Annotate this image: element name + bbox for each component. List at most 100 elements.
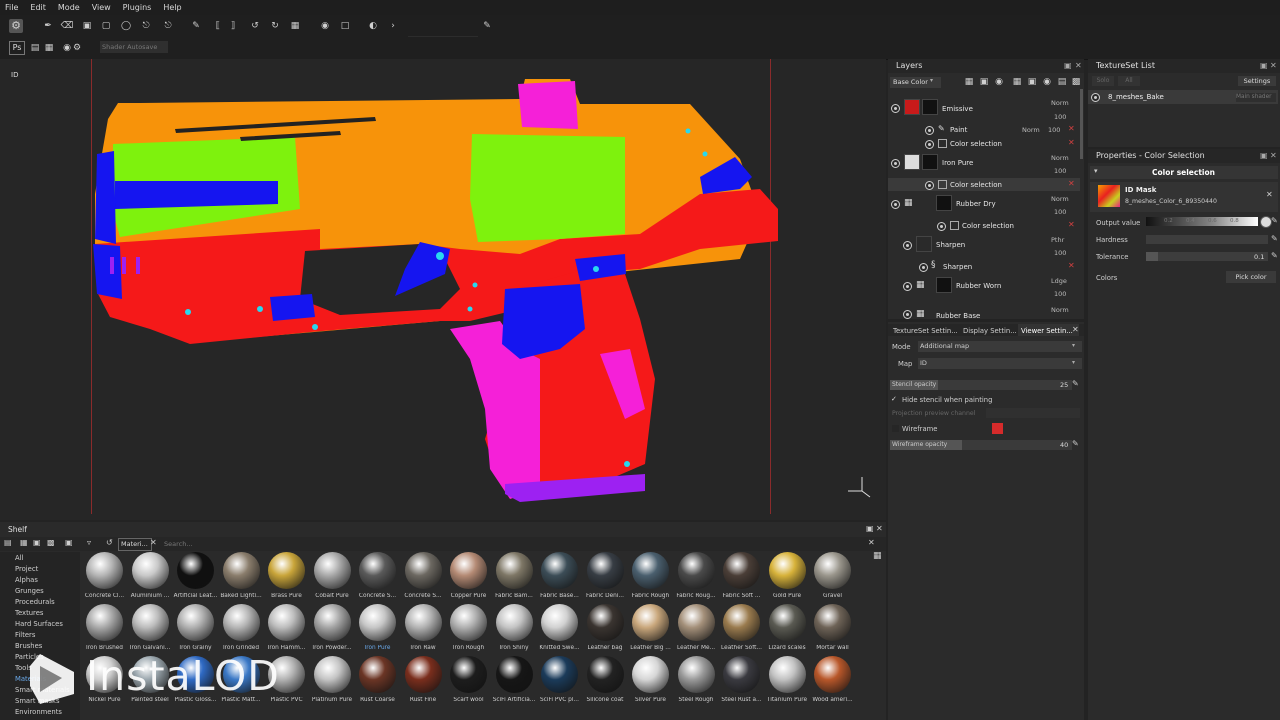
material-item[interactable]: Cobalt Pure [310,552,355,604]
category-brushes[interactable]: Brushes [15,642,42,650]
category-textures[interactable]: Textures [15,609,43,617]
material-item[interactable]: Iron Powder... [310,604,355,656]
visibility-icon[interactable] [925,181,934,190]
folder-icon[interactable]: ▤ [4,538,12,547]
photoshop-export-button[interactable]: Ps [9,41,25,55]
undock-icon[interactable]: ▣ [1260,59,1268,73]
polygon-fill-icon[interactable]: ▢ [99,19,113,33]
layer-opacity[interactable]: 100 [1054,167,1066,175]
material-item[interactable]: Leather Big ... [628,604,673,656]
material-item[interactable]: Mortar wall [810,604,855,656]
clear-search-icon[interactable]: ✕ [868,538,875,547]
material-item[interactable]: Steel Rust a... [719,656,764,708]
material-item[interactable]: Leather Me... [674,604,719,656]
mode-select[interactable]: Additional map [918,341,1082,352]
remove-filter-icon[interactable]: ✕ [150,538,157,547]
add-mask-icon[interactable]: ◉ [1040,75,1054,89]
material-item[interactable]: Leather Soft... [719,604,764,656]
close-icon[interactable]: ✕ [1270,149,1277,163]
add-fill-icon[interactable]: ▣ [1025,75,1039,89]
material-item[interactable]: Silver Pure [628,656,673,708]
visibility-icon[interactable] [891,200,900,209]
id-mask-resource[interactable]: ID Mask 8_meshes_Color_6_89350440 ✕ [1090,182,1278,212]
menu-mode[interactable]: Mode [52,0,86,15]
remove-effect-icon[interactable]: ✕ [1068,220,1075,230]
category-filters[interactable]: Filters [15,631,35,639]
export-icon[interactable]: ▤ [28,41,42,55]
material-item[interactable]: Iron Rough [446,604,491,656]
material-item[interactable]: Steel Rough [674,656,719,708]
effect-color-selection[interactable]: Color selection ✕ [888,137,1080,150]
pipette-icon[interactable]: ✎ [480,19,494,33]
tolerance-slider[interactable]: 0.1 [1146,252,1268,261]
layer-emissive[interactable]: Emissive Norm 100 [888,95,1080,125]
menu-file[interactable]: File [0,0,24,15]
refresh-icon[interactable]: ↺ [106,538,113,547]
layer-opacity[interactable]: 100 [1054,208,1066,216]
material-item[interactable]: Fabric Soft ... [719,552,764,604]
pen-icon[interactable]: ✎ [189,19,203,33]
material-item[interactable]: Rust Fine [401,656,446,708]
settings-icon[interactable]: ⚙ [70,41,84,55]
material-item[interactable]: SciFi Artificia... [492,656,537,708]
material-item[interactable]: Concrete Cl... [82,552,127,604]
pick-color-button[interactable]: Pick color [1226,271,1276,283]
pen-icon[interactable]: ✎ [1072,439,1079,448]
category-environments[interactable]: Environments [15,708,62,716]
material-item[interactable]: Brass Pure [264,552,309,604]
remove-effect-icon[interactable]: ✕ [1068,138,1075,148]
screenshot-icon[interactable]: ◉ [318,19,332,33]
material-item[interactable]: Rust Coarse [355,656,400,708]
map-select[interactable]: ID [918,358,1082,369]
effect-icon[interactable]: ▣ [977,75,991,89]
category-project[interactable]: Project [15,565,38,573]
render-icon[interactable]: ◐ [366,19,380,33]
visibility-icon[interactable] [891,159,900,168]
wireframe-opacity-slider[interactable]: Wireframe opacity 40 [890,440,1072,450]
material-item[interactable]: Concrete S... [355,552,400,604]
3d-viewport[interactable]: ID [0,59,886,520]
close-icon[interactable]: ✕ [876,524,883,533]
close-icon[interactable]: ✕ [1270,59,1277,73]
delete-icon[interactable]: ▩ [47,538,55,547]
menu-view[interactable]: View [86,0,117,15]
layer-opacity[interactable]: 100 [1054,113,1066,121]
import-icon[interactable]: ▣ [33,538,41,547]
camera-icon[interactable]: ↻ [268,19,282,33]
effect-opacity[interactable]: 100 [1048,126,1060,134]
color-selection-section[interactable]: ▾ Color selection [1090,166,1278,179]
pen-icon[interactable]: ✎ [1271,251,1278,260]
visibility-icon[interactable] [925,140,934,149]
blend-mode[interactable]: Pthr [1051,236,1064,244]
bake-icon[interactable]: ▦ [42,41,56,55]
blend-mode[interactable]: Ldge [1051,277,1067,285]
fill-icon[interactable]: ◉ [992,75,1006,89]
stencil-opacity-slider[interactable]: Stencil opacity 25 [890,380,1072,390]
layers-scrollbar[interactable] [1080,89,1083,159]
undock-icon[interactable]: ▣ [1260,149,1268,163]
material-item[interactable]: Fabric Bam... [492,552,537,604]
layer-opacity[interactable]: 100 [1054,290,1066,298]
projection-select[interactable] [986,408,1080,418]
material-item[interactable]: Fabric Deni... [583,552,628,604]
material-item[interactable]: Knitted Swe... [537,604,582,656]
material-item[interactable]: Gold Pure [765,552,810,604]
material-item[interactable]: Silicone coat [583,656,628,708]
brush-icon[interactable]: ✒ [41,19,55,33]
frame-icon[interactable]: ▦ [288,19,302,33]
add-layer-icon[interactable]: ▦ [1010,75,1024,89]
eraser-icon[interactable]: ⌫ [60,19,74,33]
hide-stencil-checkbox[interactable]: ✓ [891,395,897,403]
layer-opacity[interactable]: 100 [1054,249,1066,257]
remove-resource-icon[interactable]: ✕ [1266,190,1273,199]
layer-rubber-worn[interactable]: ▦ Rubber Worn Ldge 100 [888,274,1080,300]
material-item[interactable]: Fabric Rough [628,552,673,604]
new-folder-icon[interactable]: ▦ [20,538,28,547]
category-grunges[interactable]: Grunges [15,587,44,595]
picker-icon[interactable]: ⎋ [161,19,175,33]
view-mode-icon[interactable]: ▦ [873,551,882,561]
pen-icon[interactable]: ✎ [1271,216,1278,225]
tab-viewer-settings[interactable]: Viewer Settin... [1018,324,1079,336]
layer-iron-pure[interactable]: Iron Pure Norm 100 [888,151,1080,177]
close-icon[interactable]: ✕ [1072,325,1079,334]
